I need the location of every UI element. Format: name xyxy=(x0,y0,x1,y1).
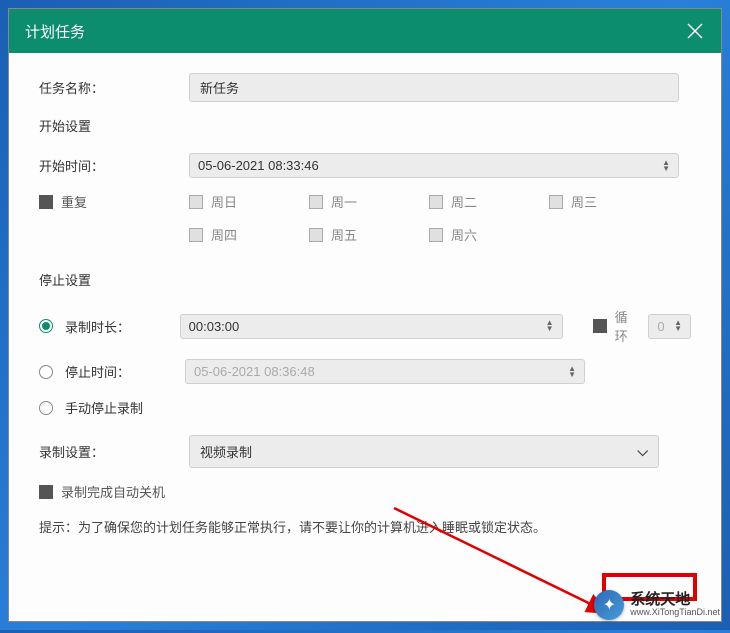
repeat-label: 重复 xyxy=(61,192,87,211)
manual-stop-radio[interactable] xyxy=(39,401,53,415)
stoptime-radio[interactable] xyxy=(39,365,53,379)
watermark-logo-icon: ✦ xyxy=(594,590,624,620)
day-sun-checkbox[interactable] xyxy=(189,195,203,209)
day-wed-label: 周三 xyxy=(571,192,597,211)
watermark-sub: www.XiTongTianDi.net xyxy=(630,608,720,618)
duration-value: 00:03:00 xyxy=(189,319,240,334)
record-settings-label: 录制设置： xyxy=(39,442,189,461)
stoptime-input[interactable]: 05-06-2021 08:36:48 ▲▼ xyxy=(185,359,585,384)
stoptime-label: 停止时间： xyxy=(65,362,185,381)
loop-count-input[interactable]: 0 ▲▼ xyxy=(648,314,691,339)
day-grid: 周日 周一 周二 周三 周四 周五 周六 xyxy=(189,192,669,258)
repeat-checkbox[interactable] xyxy=(39,195,53,209)
start-section-title: 开始设置 xyxy=(39,116,691,135)
stoptime-value: 05-06-2021 08:36:48 xyxy=(194,364,315,379)
start-time-input[interactable]: 05-06-2021 08:33:46 ▲▼ xyxy=(189,153,679,178)
loop-checkbox[interactable] xyxy=(593,319,607,333)
watermark: ✦ 系统天地 www.XiTongTianDi.net xyxy=(594,590,720,620)
day-fri-label: 周五 xyxy=(331,225,357,244)
manual-stop-label: 手动停止录制 xyxy=(65,398,143,417)
record-mode-select[interactable]: 视频录制 ⌵ xyxy=(189,435,659,468)
spinner-arrows-icon[interactable]: ▲▼ xyxy=(568,366,576,378)
day-fri-checkbox[interactable] xyxy=(309,228,323,242)
dialog: 计划任务 任务名称： 开始设置 开始时间： 05-06-2021 08:33:4… xyxy=(8,8,722,622)
day-thu-checkbox[interactable] xyxy=(189,228,203,242)
start-time-value: 05-06-2021 08:33:46 xyxy=(198,158,319,173)
day-sat-checkbox[interactable] xyxy=(429,228,443,242)
spinner-arrows-icon[interactable]: ▲▼ xyxy=(546,320,554,332)
spinner-arrows-icon[interactable]: ▲▼ xyxy=(674,320,682,332)
day-sat-label: 周六 xyxy=(451,225,477,244)
dialog-content: 任务名称： 开始设置 开始时间： 05-06-2021 08:33:46 ▲▼ … xyxy=(9,53,721,621)
auto-shutdown-label: 录制完成自动关机 xyxy=(61,482,165,501)
chevron-down-icon: ⌵ xyxy=(637,443,648,460)
duration-input[interactable]: 00:03:00 ▲▼ xyxy=(180,314,563,339)
day-mon-label: 周一 xyxy=(331,192,357,211)
start-time-label: 开始时间： xyxy=(39,156,189,175)
day-wed-checkbox[interactable] xyxy=(549,195,563,209)
hint-text: 提示：为了确保您的计划任务能够正常执行，请不要让你的计算机进入睡眠或锁定状态。 xyxy=(39,517,691,536)
auto-shutdown-checkbox[interactable] xyxy=(39,485,53,499)
stop-section-title: 停止设置 xyxy=(39,270,691,289)
day-thu-label: 周四 xyxy=(211,225,237,244)
record-mode-value: 视频录制 xyxy=(200,442,252,461)
duration-label: 录制时长： xyxy=(65,317,180,336)
close-button[interactable] xyxy=(685,21,705,41)
spinner-arrows-icon[interactable]: ▲▼ xyxy=(662,160,670,172)
day-tue-label: 周二 xyxy=(451,192,477,211)
day-tue-checkbox[interactable] xyxy=(429,195,443,209)
loop-label: 循环 xyxy=(615,307,639,345)
duration-radio[interactable] xyxy=(39,319,53,333)
day-mon-checkbox[interactable] xyxy=(309,195,323,209)
titlebar: 计划任务 xyxy=(9,9,721,53)
close-icon xyxy=(685,21,705,41)
task-name-input[interactable] xyxy=(189,73,679,102)
loop-value: 0 xyxy=(657,319,664,334)
window-title: 计划任务 xyxy=(25,21,85,42)
day-sun-label: 周日 xyxy=(211,192,237,211)
watermark-main: 系统天地 xyxy=(630,592,720,609)
task-name-label: 任务名称： xyxy=(39,78,189,97)
